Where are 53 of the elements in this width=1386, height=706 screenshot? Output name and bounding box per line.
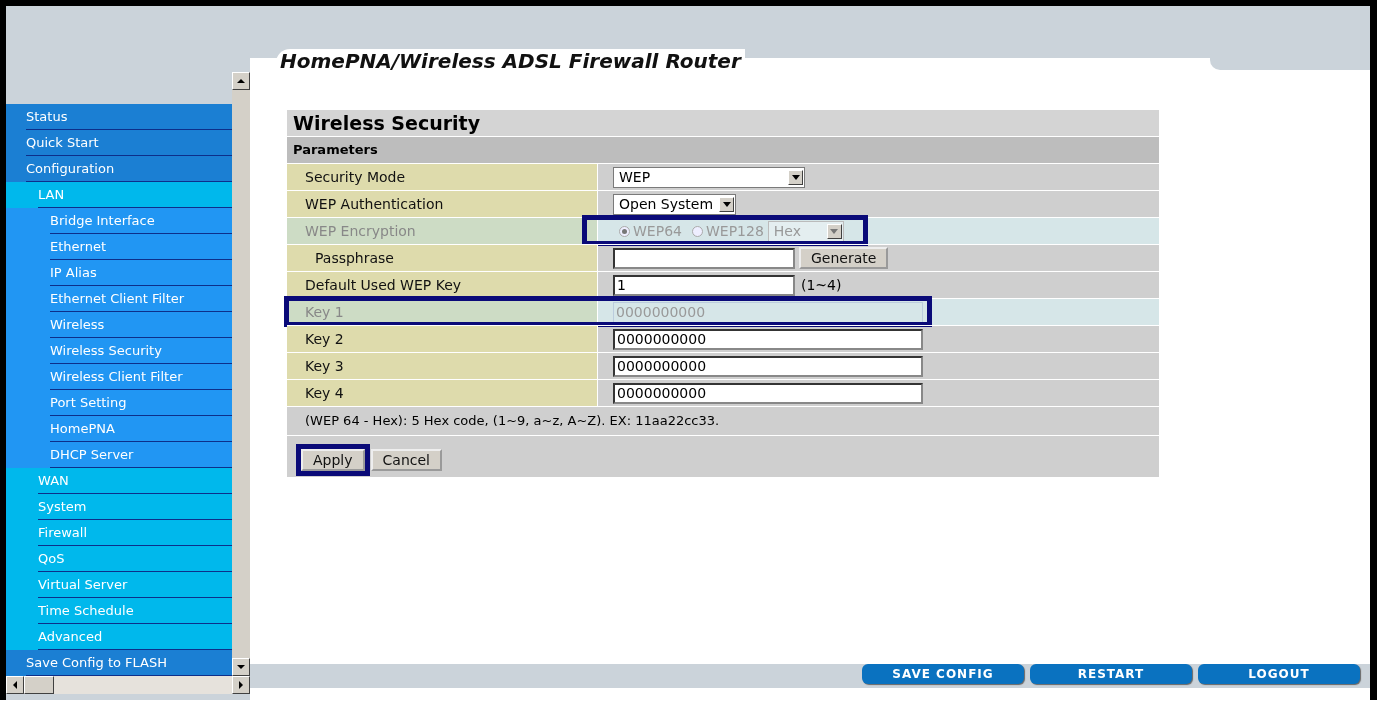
sidebar-item[interactable]: Advanced — [6, 624, 232, 650]
sidebar-item[interactable]: Time Schedule — [6, 598, 232, 624]
key-field[interactable]: 0000000000 — [613, 328, 923, 350]
sidebar-item[interactable]: Port Setting — [6, 390, 232, 416]
key-field[interactable]: 0000000000 — [613, 355, 923, 377]
sidebar-item[interactable]: Firewall — [6, 520, 232, 546]
footer-button[interactable]: LOGOUT — [1198, 664, 1360, 684]
dropdown[interactable]: Open System — [613, 193, 737, 215]
scroll-left-icon[interactable] — [6, 676, 24, 694]
sidebar-item[interactable]: DHCP Server — [6, 442, 232, 468]
sidebar-item[interactable]: LAN — [6, 182, 232, 208]
sidebar-item[interactable]: Wireless Client Filter — [6, 364, 232, 390]
sidebar-item[interactable]: Wireless — [6, 312, 232, 338]
sidebar-item[interactable]: Quick Start — [6, 130, 232, 156]
sidebar-item[interactable]: HomePNA — [6, 416, 232, 442]
sidebar-item[interactable]: Virtual Server — [6, 572, 232, 598]
range-hint: (1~4) — [801, 277, 842, 293]
sidebar-item[interactable]: Save Config to FLASH — [6, 650, 232, 676]
sidebar-item[interactable]: Ethernet Client Filter — [6, 286, 232, 312]
footer-button[interactable]: RESTART — [1030, 664, 1192, 684]
field-label: Key 4 — [287, 380, 598, 406]
sidebar-item[interactable]: Wireless Security — [6, 338, 232, 364]
sidebar-item[interactable]: Bridge Interface — [6, 208, 232, 234]
field-label: WEP Authentication — [287, 191, 598, 217]
field-label: Key 3 — [287, 353, 598, 379]
scroll-down-icon[interactable] — [232, 658, 250, 676]
sidebar-item[interactable]: IP Alias — [6, 260, 232, 286]
footer-button[interactable]: SAVE CONFIG — [862, 664, 1024, 684]
field-label: Security Mode — [287, 164, 598, 190]
field-label: WEP Encryption — [287, 218, 598, 244]
sidebar-item[interactable]: WAN — [6, 468, 232, 494]
scroll-thumb[interactable] — [24, 676, 54, 694]
input-field[interactable]: 1 — [613, 274, 795, 296]
sidebar-item[interactable]: QoS — [6, 546, 232, 572]
hint-text: (WEP 64 - Hex): 5 Hex code, (1~9, a~z, A~Z). EX: 11aa22cc33. — [287, 406, 1159, 435]
key-field[interactable]: 0000000000 — [613, 382, 923, 404]
field-label: Passphrase — [287, 245, 598, 271]
form-button[interactable]: Cancel — [370, 449, 442, 471]
generate-button[interactable]: Generate — [799, 247, 889, 269]
section-header: Parameters — [287, 136, 1159, 163]
scroll-up-icon[interactable] — [232, 72, 250, 90]
passphrase-field[interactable] — [613, 247, 795, 269]
field-label: Key 2 — [287, 326, 598, 352]
field-label: Default Used WEP Key — [287, 272, 598, 298]
sidebar-item[interactable]: Status — [6, 104, 232, 130]
sidebar-item[interactable]: System — [6, 494, 232, 520]
panel-title: Wireless Security — [287, 110, 1159, 136]
dropdown[interactable]: WEP — [613, 166, 805, 188]
page-title: HomePNA/Wireless ADSL Firewall Router — [276, 49, 745, 73]
sidebar-item[interactable]: Configuration — [6, 156, 232, 182]
sidebar-item[interactable]: Ethernet — [6, 234, 232, 260]
horizontal-scrollbar[interactable] — [6, 676, 250, 694]
scroll-right-icon[interactable] — [232, 676, 250, 694]
